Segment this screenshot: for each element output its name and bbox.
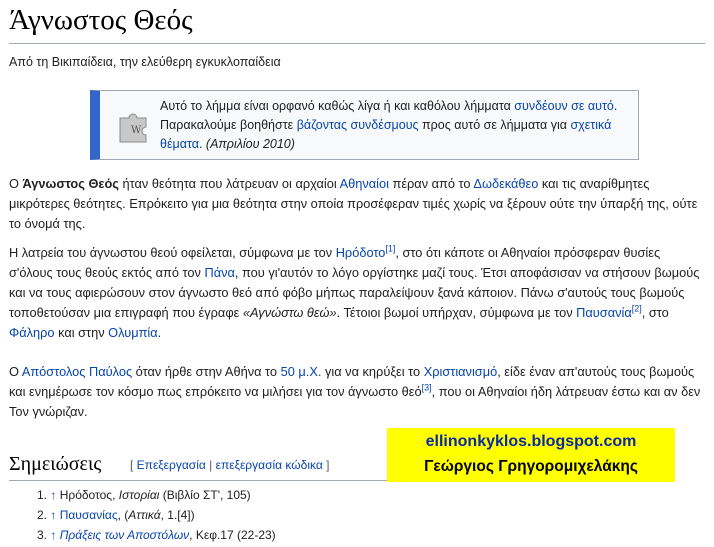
references-list: 1. ↑ Ηρόδοτος, Ιστορίαι (Βιβλίο ΣΤ', 105… [37,485,276,545]
link-herodotus[interactable]: Ηρόδοτο [336,245,386,260]
link-faliro[interactable]: Φάληρο [9,325,55,340]
orphan-notice-text: Αυτό το λήμμα είναι ορφανό καθώς λίγα ή … [160,97,630,154]
notice-text-4: . [198,137,206,151]
ref-link-acts[interactable]: Πράξεις των Αποστόλων [60,528,189,542]
p2-text: . [157,325,162,340]
ref-1[interactable]: [1] [385,244,395,254]
ref-text: , ( [117,508,129,522]
link-pan[interactable]: Πάνα [204,265,234,280]
blog-watermark: ellinonkyklos.blogspot.com Γεώργιος Γρηγ… [387,428,675,482]
orphan-notice-box: W Αυτό το λήμμα είναι ορφανό καθώς λίγα … [90,90,639,160]
reference-item: 3. ↑ Πράξεις των Αποστόλων, Κεφ.17 (22-2… [37,525,276,545]
back-to-citation-icon[interactable]: ↑ [50,508,56,522]
edit-bracket-open: [ [130,458,137,472]
p2-text: . Τέτοιοι βωμοί υπήρχαν, σύμφωνα με τον [336,305,577,320]
ref-number: 3. [37,528,48,542]
ref-text: Ηρόδοτος, [59,488,119,502]
section-divider [9,480,389,481]
ref-italic: Αττικά [128,508,161,522]
p3-text: για να κηρύξει το [321,364,424,379]
link-athenians[interactable]: Αθηναίοι [340,176,389,191]
ref-number: 2. [37,508,48,522]
link-50-ad[interactable]: 50 μ.Χ. [281,364,322,379]
paragraph-worship: Η λατρεία του άγνωστου θεού οφείλεται, σ… [9,243,705,343]
section-heading-notes: Σημειώσεις [9,453,102,475]
p2-text: και στην [54,325,109,340]
inscription-quote: «Αγνώστω θεώ» [242,305,337,320]
reference-item: 1. ↑ Ηρόδοτος, Ιστορίαι (Βιβλίο ΣΤ', 105… [37,485,276,505]
edit-section-link[interactable]: Επεξεργασία [137,458,206,472]
p3-text: όταν ήρθε στην Αθήνα το [132,364,281,379]
link-olympia[interactable]: Ολυμπία [108,325,158,340]
ref-3[interactable]: [3] [422,383,432,393]
ref-2[interactable]: [2] [632,304,642,314]
link-christianity[interactable]: Χριστιανισμό [424,364,497,379]
notice-date: (Απριλίου 2010) [205,137,295,151]
p1-bold-term: Άγνωστος Θεός [22,176,119,191]
p1-text: πέραν από το [388,176,474,191]
section-edit-links: [ Επεξεργασία | επεξεργασία κώδικα ] [130,458,329,472]
watermark-url: ellinonkyklos.blogspot.com [425,433,637,450]
paragraph-paul: Ο Απόστολος Παύλος όταν ήρθε στην Αθήνα … [9,362,705,422]
site-tagline: Από τη Βικιπαίδεια, την ελεύθερη εγκυκλο… [9,55,281,69]
ref-link-pausanias[interactable]: Παυσανίας [60,508,118,522]
p1-text: Ο [9,176,23,191]
link-pausanias[interactable]: Παυσανία [576,305,632,320]
ref-text: , 1.[4]) [160,508,195,522]
paragraph-intro: Ο Άγνωστος Θεός ήταν θεότητα που λάτρευα… [9,174,705,234]
link-linking-to[interactable]: συνδέουν σε αυτό [514,99,614,113]
edit-source-link[interactable]: επεξεργασία κώδικα [216,458,323,472]
reference-item: 2. ↑ Παυσανίας, (Αττικά, 1.[4]) [37,505,276,525]
link-adding-links[interactable]: βάζοντας συνδέσμους [297,118,419,132]
p2-text: Η λατρεία του άγνωστου θεού οφείλεται, σ… [9,245,336,260]
link-dodekatheon[interactable]: Δωδεκάθεο [473,176,538,191]
ref-text: (Βιβλίο ΣΤ', 105) [159,488,251,502]
back-to-citation-icon[interactable]: ↑ [50,528,56,542]
article-page: Άγνωστος Θεός Από τη Βικιπαίδεια, την ελ… [0,0,714,547]
ref-italic: Ιστορίαι [118,488,160,502]
notice-text-1: Αυτό το λήμμα είναι ορφανό καθώς λίγα ή … [160,99,515,113]
page-title: Άγνωστος Θεός [9,4,193,36]
ref-number: 1. [37,488,48,502]
title-divider [9,43,705,44]
edit-separator: | [205,458,216,472]
link-apostle-paul[interactable]: Απόστολος Παύλος [22,364,132,379]
watermark-author: Γεώργιος Γρηγορομιχελάκης [424,458,638,475]
puzzle-piece-icon: W [119,113,147,143]
ref-text: , Κεφ.17 (22-23) [189,528,276,542]
back-to-citation-icon[interactable]: ↑ [50,488,56,502]
notice-text-3: προς αυτό σε λήμματα για [418,118,571,132]
p1-text: ήταν θεότητα που λάτρευαν οι αρχαίοι [118,176,340,191]
edit-bracket-close: ] [322,458,330,472]
p3-text: Ο [9,364,22,379]
svg-text:W: W [131,125,142,136]
p2-text: , στο [641,305,669,320]
